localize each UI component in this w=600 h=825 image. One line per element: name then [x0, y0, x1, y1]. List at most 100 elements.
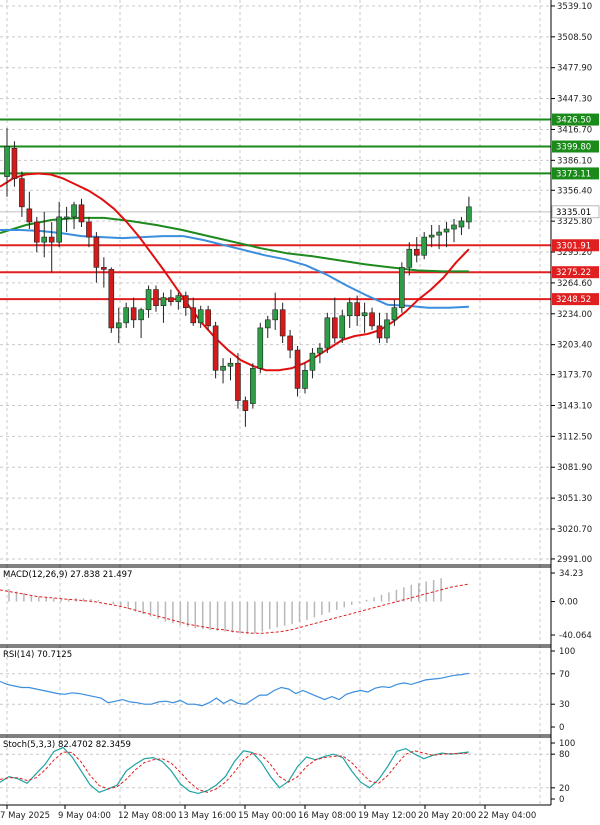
time-label: 12 May 08:00: [118, 811, 176, 821]
candle-body: [369, 312, 375, 327]
macd-tick-label: -40.064: [559, 631, 592, 641]
stoch-tick-label: 0: [559, 795, 564, 805]
price-tick-label: 3386.10: [557, 156, 592, 166]
candle-body: [205, 309, 211, 327]
candle-body: [227, 362, 234, 367]
candle-body: [264, 319, 271, 329]
price-tick-label: 3539.10: [557, 2, 592, 12]
rsi-panel: RSI(14) 70.7125 100 70 30 0: [0, 647, 575, 733]
candle-body: [190, 307, 197, 324]
level-label: 3373.11: [556, 169, 591, 179]
candle-body: [339, 315, 346, 339]
candle-body: [168, 297, 174, 302]
candle-body: [399, 267, 405, 309]
level-label: 3248.52: [556, 295, 591, 305]
candle-body: [153, 289, 159, 307]
candle-body: [406, 248, 413, 268]
stoch-panel: Stoch(5,3,3) 82.4702 82.3459 10080 200: [0, 739, 575, 805]
candle-body: [421, 236, 428, 256]
time-axis: 7 May 2025 9 May 04:00 12 May 08:00 13 May …: [0, 805, 536, 821]
candle-body: [324, 317, 331, 349]
candle-body: [257, 327, 264, 369]
candle-body: [428, 234, 435, 238]
candle-body: [391, 307, 398, 321]
candle-body: [384, 319, 390, 339]
rsi-tick-label: 100: [559, 647, 575, 657]
candle-body: [160, 297, 167, 307]
current-price-label: 3335.01: [556, 208, 591, 218]
candle-body: [279, 309, 286, 337]
candle-body: [78, 204, 85, 223]
time-label: 9 May 04:00: [58, 811, 111, 821]
stoch-tick-label: 80: [559, 750, 570, 760]
price-tick-label: 3112.50: [557, 432, 592, 442]
macd-tick-label: 0.00: [559, 598, 578, 608]
price-tick-label: 3264.60: [557, 279, 592, 289]
candle-body: [138, 309, 144, 321]
candle-body: [361, 312, 368, 317]
rsi-label: RSI(14) 70.7125: [3, 650, 72, 660]
price-tick-label: 3325.80: [557, 217, 592, 227]
level-label: 3301.91: [556, 241, 591, 251]
macd-tick-label: 34.23: [559, 569, 583, 579]
candle-body: [354, 302, 360, 317]
candle-body: [272, 309, 279, 321]
grid-lines: [0, 0, 551, 805]
stoch-label: Stoch(5,3,3) 82.4702 82.3459: [3, 740, 131, 750]
candle-body: [63, 216, 70, 219]
price-tick-label: 3447.30: [557, 95, 592, 105]
candle-body: [317, 347, 323, 354]
candle-body: [19, 178, 25, 208]
candle-body: [466, 206, 472, 223]
candle-body: [115, 322, 122, 329]
panel-frames: [0, 564, 551, 806]
candle-body: [130, 307, 137, 321]
candle-body: [145, 289, 152, 311]
candle-body: [11, 148, 18, 179]
candle-body: [56, 216, 62, 243]
candle-body: [175, 295, 182, 302]
candle-body: [86, 221, 92, 238]
candle-body: [33, 221, 40, 243]
price-tick-label: 3051.30: [557, 494, 592, 504]
candle-body: [451, 224, 457, 230]
level-label: 3275.22: [556, 268, 591, 278]
candle-body: [26, 208, 33, 223]
price-axis: 3539.10 3508.50 3477.90 3447.30 3416.70 3386.…: [550, 0, 600, 805]
time-label: 22 May 04:00: [478, 811, 536, 821]
candle-body: [331, 317, 338, 339]
trading-chart[interactable]: 3539.10 3508.50 3477.90 3447.30 3416.70 3386.…: [0, 0, 600, 825]
candle-body: [436, 231, 442, 236]
stoch-d-line: [0, 750, 469, 793]
time-label: 13 May 16:00: [178, 811, 236, 821]
rsi-tick-label: 30: [559, 700, 570, 710]
candle-body: [183, 295, 189, 309]
price-tick-label: 3416.70: [557, 125, 592, 135]
price-tick-label: 3143.10: [557, 401, 592, 411]
candle-body: [302, 369, 308, 389]
candle-body: [242, 400, 249, 411]
candle-body: [235, 362, 241, 401]
level-label: 3399.80: [556, 142, 591, 152]
time-label: 15 May 00:00: [238, 811, 296, 821]
macd-label: MACD(12,26,9) 27.838 21.497: [3, 570, 132, 580]
candle-body: [123, 307, 129, 324]
candle-body: [287, 335, 293, 351]
candle-body: [294, 349, 301, 389]
price-tick-label: 3081.90: [557, 463, 592, 473]
candle-body: [220, 365, 226, 371]
stoch-tick-label: 20: [559, 784, 570, 794]
rsi-tick-label: 0: [559, 723, 564, 733]
rsi-line: [0, 672, 470, 707]
candle-body: [346, 302, 353, 317]
price-tick-label: 2991.00: [557, 555, 592, 565]
candle-body: [71, 204, 77, 218]
price-tick-label: 3356.40: [557, 186, 592, 196]
candle-body: [443, 228, 450, 233]
price-tick-label: 3020.70: [557, 525, 592, 535]
candle-body: [458, 220, 465, 228]
candle-body: [93, 236, 100, 268]
price-tick-label: 3173.70: [557, 371, 592, 381]
level-label: 3426.50: [556, 116, 591, 126]
price-tick-label: 3508.50: [557, 33, 592, 43]
